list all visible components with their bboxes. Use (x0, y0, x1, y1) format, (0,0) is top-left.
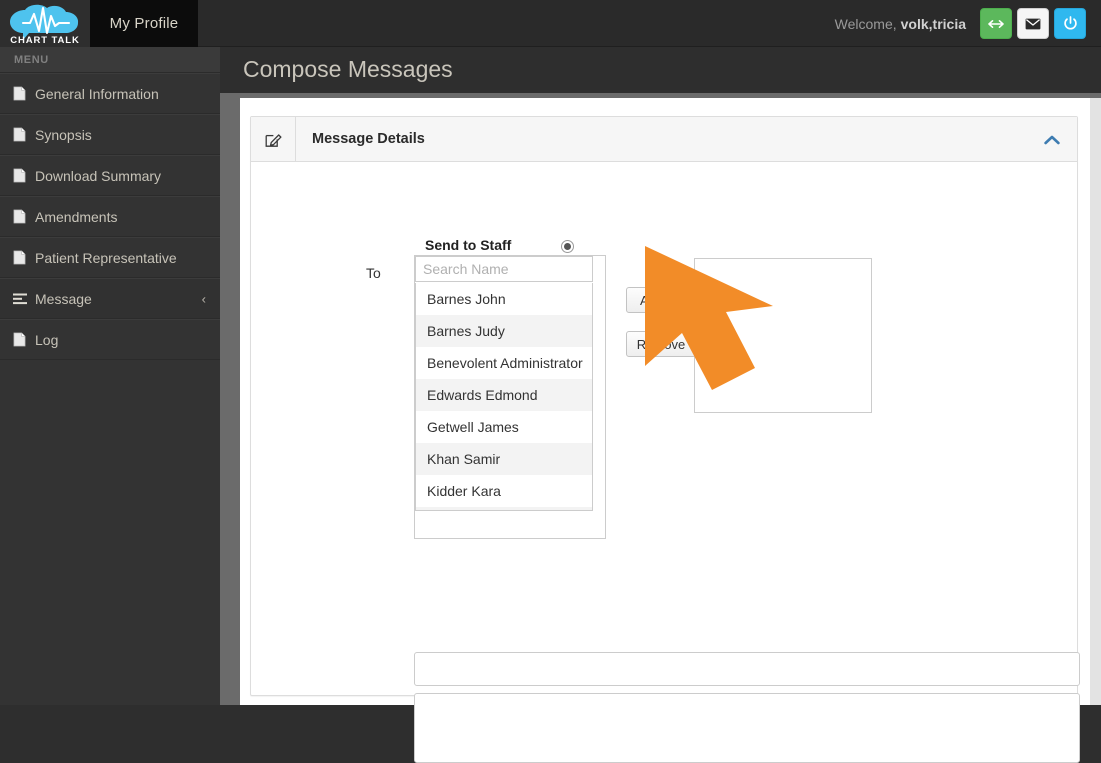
sidebar-item-label: Patient Representative (35, 249, 177, 266)
content-area: Message Details Send to Staff To Barnes … (240, 98, 1101, 763)
tab-my-profile[interactable]: My Profile (90, 0, 198, 47)
send-to-staff-radio[interactable] (561, 240, 574, 253)
sidebar-item-label: Log (35, 331, 59, 348)
panel-header: Message Details (251, 117, 1077, 162)
cloud-waveform-logo-icon: CHART TALK (10, 4, 80, 46)
add-button[interactable]: Add >> (626, 287, 696, 313)
sidebar-item-patient-representative[interactable]: Patient Representative (0, 237, 220, 278)
top-header-bar: CHART TALK My Profile Welcome, volk,tric… (0, 0, 1101, 47)
sidebar-item-log[interactable]: Log (0, 319, 220, 360)
list-bars-icon (13, 293, 30, 305)
welcome-text: Welcome, volk,tricia (835, 0, 966, 47)
logout-button[interactable] (1054, 8, 1086, 39)
page-title-bar: Compose Messages (220, 47, 1101, 93)
sidebar-item-message[interactable]: Message ‹ (0, 278, 220, 319)
staff-name-list[interactable]: Barnes John Barnes Judy Benevolent Adminis… (415, 283, 593, 511)
list-item[interactable]: Edwards Edmond (416, 379, 592, 411)
power-icon (1063, 16, 1077, 30)
panel-title: Message Details (312, 131, 425, 147)
list-item[interactable]: Khan Samir (416, 443, 592, 475)
message-textarea[interactable] (414, 693, 1080, 763)
subject-input[interactable] (414, 652, 1080, 686)
messages-button[interactable] (1017, 8, 1049, 39)
file-icon (13, 332, 30, 347)
page-title: Compose Messages (243, 56, 453, 82)
file-icon (13, 127, 30, 142)
sidebar-item-amendments[interactable]: Amendments (0, 196, 220, 237)
sidebar-item-label: Amendments (35, 208, 118, 225)
search-name-input[interactable] (415, 256, 593, 282)
list-item[interactable]: Getwell James (416, 411, 592, 443)
selected-recipients-box[interactable] (694, 258, 872, 413)
file-icon (13, 86, 30, 101)
sidebar-item-general-information[interactable]: General Information (0, 73, 220, 114)
left-right-arrow-icon (988, 19, 1004, 28)
envelope-icon (1025, 18, 1041, 29)
sidebar-nav: MENU General Information Synopsis Download… (0, 47, 220, 705)
send-to-staff-label: Send to Staff (425, 237, 512, 253)
sidebar-item-label: Message (35, 290, 92, 307)
sidebar-item-synopsis[interactable]: Synopsis (0, 114, 220, 155)
sidebar-menu-label: MENU (0, 47, 220, 73)
list-item[interactable]: Kidder Kara (416, 475, 592, 507)
file-icon (13, 168, 30, 183)
welcome-username: volk,tricia (900, 15, 966, 32)
remove-button[interactable]: Remove (626, 331, 696, 357)
sidebar-item-download-summary[interactable]: Download Summary (0, 155, 220, 196)
sidebar-item-list: General Information Synopsis Download Summ… (0, 73, 220, 360)
sidebar-item-label: General Information (35, 85, 159, 102)
list-item[interactable]: Benevolent Administrator (416, 347, 592, 379)
list-item[interactable]: Myhers Bonnie (416, 507, 592, 510)
panel-body: Send to Staff To Barnes JohnBarnes JudyB… (251, 162, 1080, 763)
welcome-prefix: Welcome, (834, 15, 897, 32)
chevron-up-icon[interactable] (1044, 117, 1060, 162)
message-details-panel: Message Details Send to Staff To Barnes … (250, 116, 1080, 763)
app-logo[interactable]: CHART TALK (0, 0, 90, 47)
list-item[interactable]: Barnes John (416, 283, 592, 315)
sidebar-item-label: Download Summary (35, 167, 162, 184)
list-item[interactable]: Barnes Judy (416, 315, 592, 347)
sidebar-scrollbar[interactable] (220, 47, 240, 705)
svg-text:CHART TALK: CHART TALK (10, 35, 80, 46)
edit-pencil-square-icon (251, 117, 296, 161)
content-inner: Message Details Send to Staff To Barnes … (240, 98, 1090, 763)
to-label: To (366, 265, 381, 281)
file-icon (13, 250, 30, 265)
switch-patient-button[interactable] (980, 8, 1012, 39)
file-icon (13, 209, 30, 224)
chevron-left-icon: ‹ (201, 291, 206, 306)
sidebar-item-label: Synopsis (35, 126, 92, 143)
